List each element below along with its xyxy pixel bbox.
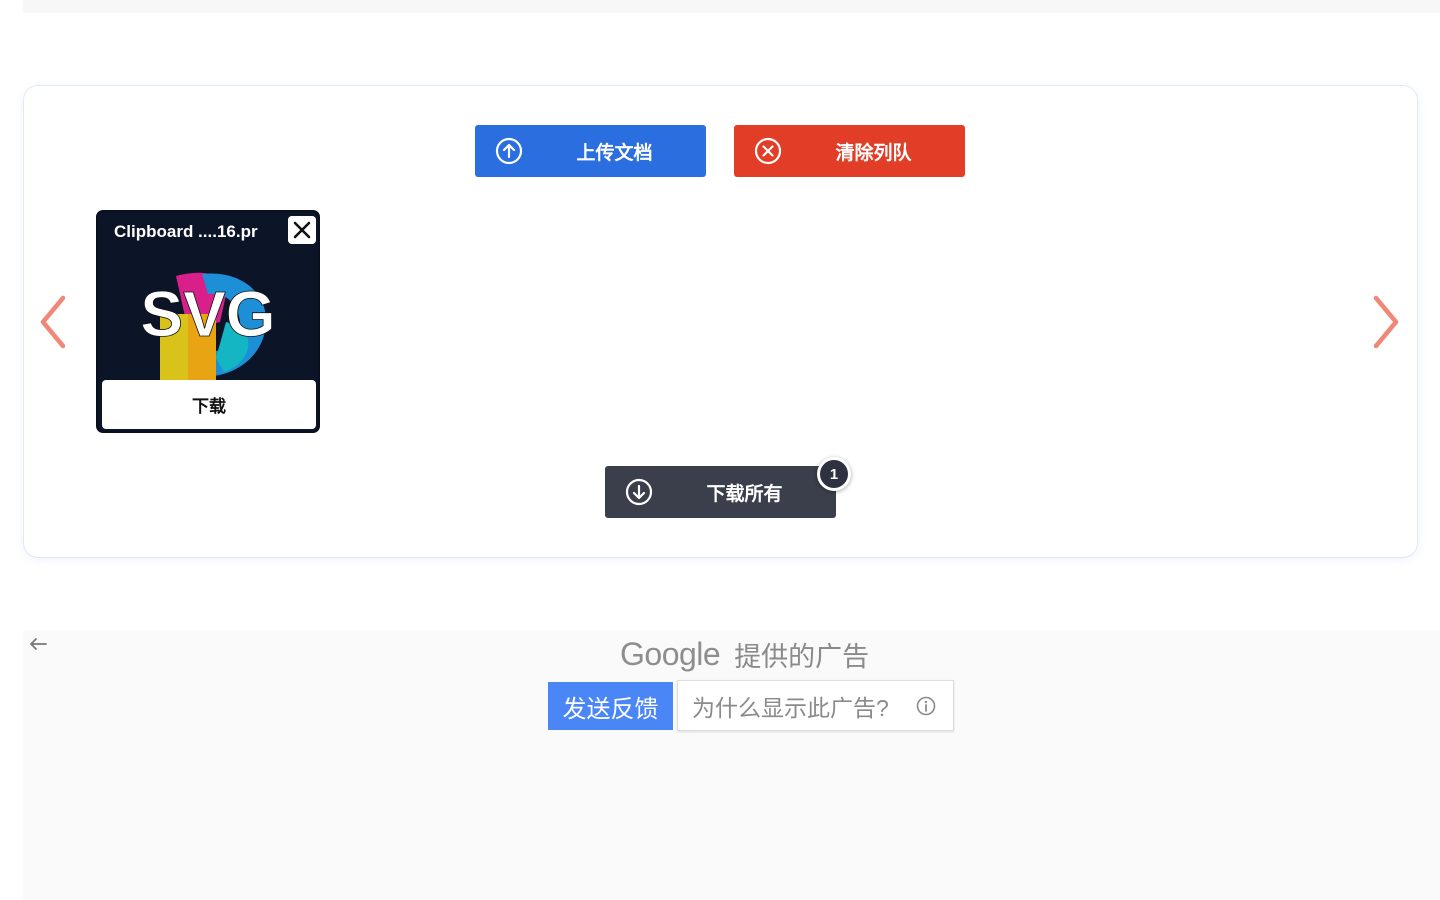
download-all-button[interactable]: 下载所有 xyxy=(605,466,836,518)
ad-provided-text: 提供的广告 xyxy=(734,641,870,672)
chevron-left-icon[interactable] xyxy=(33,292,73,352)
send-feedback-button[interactable]: 发送反馈 xyxy=(548,682,673,730)
x-circle-icon xyxy=(754,137,782,165)
arrow-down-circle-icon xyxy=(625,478,653,506)
info-icon xyxy=(916,696,936,716)
thumb-label: SVG xyxy=(140,278,275,350)
queue-count-badge: 1 xyxy=(817,457,851,491)
chevron-right-icon[interactable] xyxy=(1366,292,1406,352)
upload-button[interactable]: 上传文档 xyxy=(475,125,706,177)
upload-button-label: 上传文档 xyxy=(576,142,653,164)
ad-provider-heading: Google 提供的广告 xyxy=(620,636,869,672)
top-strip xyxy=(23,0,1440,13)
file-name: Clipboard ....16.pr xyxy=(114,222,258,241)
why-this-ad-button[interactable]: 为什么显示此广告? xyxy=(677,680,954,731)
svg-file-thumbnail: SVG xyxy=(140,272,276,380)
file-download-label: 下载 xyxy=(192,397,226,416)
clear-queue-button-label: 清除列队 xyxy=(835,142,912,164)
arrow-left-icon[interactable] xyxy=(28,636,48,652)
google-logo: Google xyxy=(620,635,721,672)
close-icon[interactable] xyxy=(288,216,316,244)
file-download-button[interactable]: 下载 xyxy=(102,380,316,429)
file-card: Clipboard ....16.pr SVG 下载 xyxy=(96,210,320,433)
why-this-ad-label: 为什么显示此广告? xyxy=(692,694,889,721)
clear-queue-button[interactable]: 清除列队 xyxy=(734,125,965,177)
download-all-label: 下载所有 xyxy=(706,483,783,505)
arrow-up-circle-icon xyxy=(495,137,523,165)
